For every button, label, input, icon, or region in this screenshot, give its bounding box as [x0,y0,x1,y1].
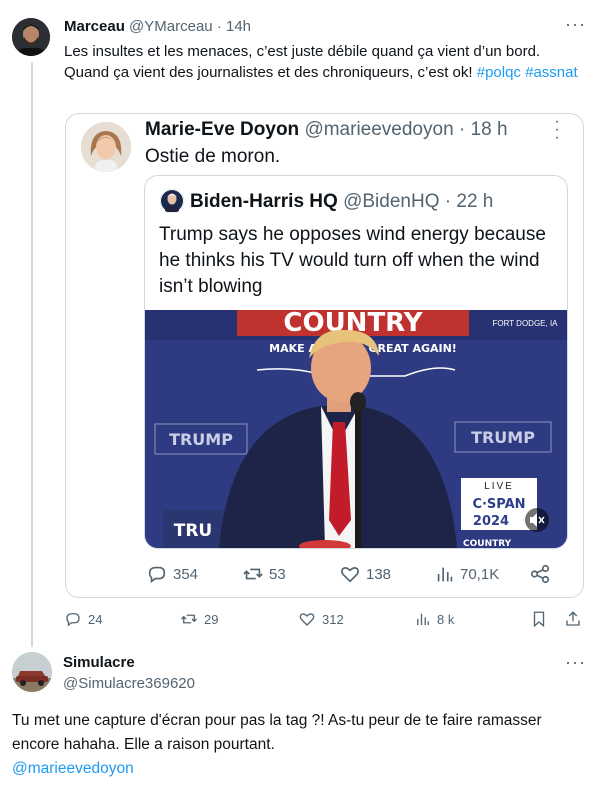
share-icon [530,564,550,584]
quote-header: Marie-Eve Doyon @marieevedoyon · 18 h [145,119,508,141]
retweet-icon [181,614,197,624]
hashtag-link[interactable]: #polqc [477,64,521,81]
retweet-count: 53 [269,565,286,583]
author-name[interactable]: Marceau [64,18,125,35]
sign-text: TRUMP [169,430,233,449]
retweet-icon [243,568,263,580]
network-label: C·SPAN [472,497,525,512]
like-button[interactable]: 312 [298,610,344,628]
views-button[interactable]: 8 k [415,610,454,628]
sign-text: TRUMP [471,428,535,447]
timestamp[interactable]: · 18 h [459,119,508,140]
reply-button[interactable]: 354 [146,563,198,585]
bookmark-button[interactable] [530,610,548,628]
tweet-body: Les insultes et les menaces, c’est juste… [64,43,541,81]
reply-icon [148,566,166,583]
avatar[interactable] [160,189,184,213]
share-button[interactable] [564,610,582,628]
author-name[interactable]: Marie-Eve Doyon [145,119,299,140]
author-name[interactable]: Simulacre [63,654,135,671]
reply-count: 24 [88,611,103,627]
reply-body: Tu met une capture d'écran pour pas la t… [12,712,542,753]
avatar[interactable] [81,122,131,172]
views-count: 8 k [437,611,455,627]
author-handle[interactable]: @Simulacre369620 [63,675,195,692]
author-handle[interactable]: @BidenHQ [343,191,439,212]
reply-button[interactable]: 24 [64,610,102,628]
thread-line [31,62,33,647]
avatar[interactable] [12,652,52,692]
like-count: 312 [322,611,344,627]
bookmark-icon [533,611,545,628]
reply-icon [66,613,80,627]
views-icon [417,613,429,625]
svg-text:TRU: TRU [174,521,213,541]
like-button[interactable]: 138 [339,563,391,585]
author-name[interactable]: Biden-Harris HQ [190,191,338,212]
inner-quote-text: Trump says he opposes wind energy becaus… [159,224,546,297]
share-icon [566,611,580,626]
location-text: FORT DODGE, IA [492,319,558,328]
timestamp[interactable]: · 22 h [445,191,494,212]
like-icon [341,567,359,583]
author-handle[interactable]: @marieevedoyon [304,119,453,140]
reply-count: 354 [173,565,199,583]
mute-icon[interactable] [525,508,549,532]
inner-quote-header: Biden-Harris HQ @BidenHQ · 22 h [190,191,493,213]
tweet-text: Les insultes et les menaces, c’est juste… [64,41,584,83]
more-icon[interactable]: ··· [565,652,586,673]
svg-text:COUNTRY: COUNTRY [463,539,512,548]
like-icon [299,613,315,626]
retweet-button[interactable]: 29 [180,610,218,628]
video-thumbnail[interactable]: COUNTRY FORT DODGE, IA MAKE AMERICA GREA… [145,310,567,548]
quote-text: Ostie de moron. [145,146,281,167]
avatar[interactable] [12,18,50,56]
retweet-count: 29 [204,611,219,627]
views-icon [437,567,453,582]
views-count: 70,1K [460,565,500,583]
more-icon[interactable]: ··· [553,114,561,146]
views-button[interactable]: 70,1K [435,563,499,585]
tweet-header: Marceau @YMarceau · 14h [64,18,251,35]
share-button[interactable] [529,563,551,585]
hashtag-link[interactable]: #assnat [525,64,578,81]
timestamp[interactable]: · 14h [217,18,251,35]
mention-link[interactable]: @marieevedoyon [12,760,134,777]
more-icon[interactable]: ··· [565,14,586,35]
live-label: LIVE [484,481,514,492]
year-label: 2024 [473,514,509,529]
author-handle[interactable]: @YMarceau [129,18,213,35]
retweet-button[interactable]: 53 [242,563,286,585]
like-count: 138 [366,565,392,583]
reply-text: Tu met une capture d'écran pour pas la t… [12,709,572,781]
